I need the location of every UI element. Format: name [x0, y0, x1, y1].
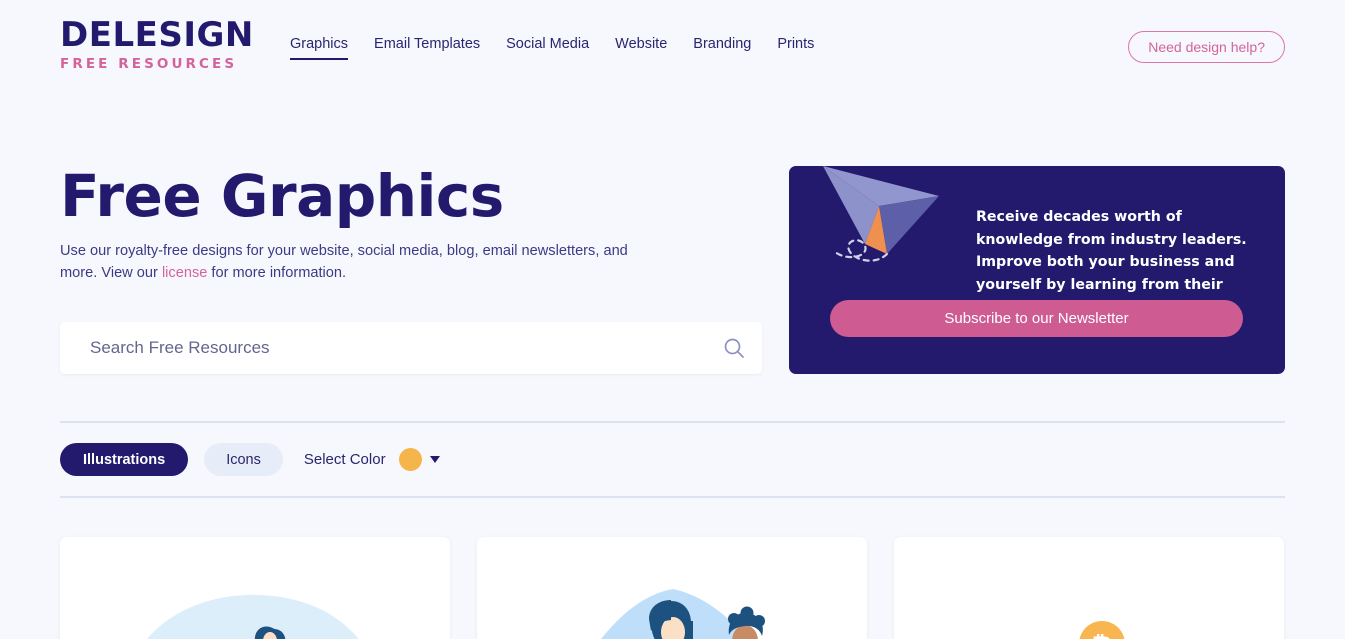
logo-tagline: FREE RESOURCES: [60, 56, 238, 72]
site-header: DELESIGN FREE RESOURCES Graphics Email T…: [0, 0, 1345, 92]
nav-item-email-templates[interactable]: Email Templates: [361, 34, 493, 54]
search-input[interactable]: [60, 322, 706, 374]
search-bar: [60, 322, 762, 374]
gallery-grid: ₿: [60, 537, 1285, 639]
page-title: Free Graphics: [60, 162, 504, 230]
developer-workspace-illustration: [147, 594, 359, 639]
filter-illustrations-button[interactable]: Illustrations: [60, 443, 189, 476]
bitcoin-cloud-illustration: ₿: [1079, 621, 1125, 639]
color-swatch[interactable]: [398, 448, 422, 471]
filter-icons-button[interactable]: Icons: [204, 443, 283, 476]
license-link[interactable]: license: [162, 265, 207, 281]
hero-subtitle: Use our royalty-free designs for your we…: [60, 240, 660, 284]
nav-item-social-media[interactable]: Social Media: [493, 34, 602, 54]
newsletter-card: Receive decades worth of knowledge from …: [789, 166, 1285, 374]
paper-airplane-icon: [823, 166, 939, 262]
two-people-illustration: [601, 589, 765, 639]
subscribe-newsletter-button[interactable]: Subscribe to our Newsletter: [830, 300, 1243, 337]
search-icon[interactable]: [706, 336, 762, 360]
nav-item-website[interactable]: Website: [602, 34, 680, 54]
chevron-down-icon[interactable]: [429, 456, 440, 463]
site-logo[interactable]: DELESIGN FREE RESOURCES: [60, 17, 320, 73]
select-color-label: Select Color: [303, 451, 386, 468]
need-design-help-button[interactable]: Need design help?: [1128, 31, 1285, 63]
primary-navigation: Graphics Email Templates Social Media We…: [290, 34, 827, 60]
divider-above-filters: [60, 421, 1285, 423]
logo-wordmark: DELESIGN: [60, 15, 254, 55]
nav-item-branding[interactable]: Branding: [680, 34, 764, 54]
gallery-card-developer[interactable]: [60, 537, 450, 639]
divider-below-filters: [60, 496, 1285, 498]
svg-text:₿: ₿: [1092, 631, 1112, 639]
nav-item-graphics[interactable]: Graphics: [290, 34, 361, 60]
gallery-card-bitcoin[interactable]: ₿: [894, 537, 1284, 639]
hero-subtitle-part2: for more information.: [207, 265, 347, 281]
nav-item-prints[interactable]: Prints: [764, 34, 827, 54]
page-root: DELESIGN FREE RESOURCES Graphics Email T…: [0, 0, 1345, 639]
filter-bar: Illustrations Icons Select Color: [60, 443, 440, 476]
gallery-card-two-people[interactable]: [477, 537, 867, 639]
